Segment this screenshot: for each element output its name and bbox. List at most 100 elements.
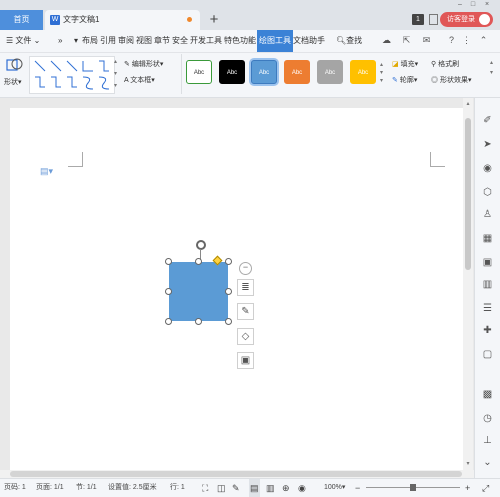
- reading-mode-icon[interactable]: ◉: [298, 479, 306, 497]
- text-box-button[interactable]: A 文本框▾: [124, 75, 155, 85]
- menu-item-developer[interactable]: 开发工具: [190, 30, 222, 52]
- text-wrap-icon[interactable]: ≣: [237, 279, 254, 296]
- menu-item-security[interactable]: 安全: [172, 30, 188, 52]
- pen-mode-icon[interactable]: ✎: [232, 479, 240, 497]
- outline-pen-icon[interactable]: ✎: [237, 303, 254, 320]
- zoom-level[interactable]: 100%▾: [324, 479, 345, 497]
- resize-handle-sw[interactable]: [165, 318, 172, 325]
- help-button[interactable]: ?: [446, 35, 457, 46]
- table-icon[interactable]: ▦: [481, 232, 494, 245]
- menu-item-review[interactable]: 审阅: [118, 30, 134, 52]
- menu-item-layout[interactable]: 布局: [82, 30, 98, 52]
- cloud-sync-icon[interactable]: ☁: [381, 35, 392, 46]
- location-icon[interactable]: ◉: [481, 162, 494, 175]
- resize-handle-s[interactable]: [195, 318, 202, 325]
- horizontal-scrollbar[interactable]: [0, 470, 474, 478]
- status-pages[interactable]: 页面: 1/1: [36, 479, 64, 497]
- zoom-out-button[interactable]: −: [355, 479, 360, 497]
- stamp-icon[interactable]: ♙: [481, 208, 494, 221]
- zoom-slider-thumb[interactable]: [410, 484, 416, 491]
- select-cursor-icon[interactable]: ➤: [481, 138, 494, 151]
- minimize-button[interactable]: –: [455, 0, 465, 10]
- shapes-icon[interactable]: ⬡: [481, 186, 494, 199]
- resize-handle-nw[interactable]: [165, 258, 172, 265]
- chart-icon[interactable]: ▥: [481, 278, 494, 291]
- shape-effects-button[interactable]: ◎ 形状效果▾: [431, 75, 471, 85]
- pin-icon[interactable]: ⊥: [481, 434, 494, 447]
- scroll-up-icon[interactable]: ▴: [464, 100, 472, 107]
- vertical-scrollbar[interactable]: ▴ ▾: [463, 98, 473, 470]
- protect-icon[interactable]: ◫: [217, 479, 226, 497]
- restore-button[interactable]: □: [468, 0, 478, 10]
- selected-rectangle-shape[interactable]: [169, 262, 228, 321]
- window-layout-icon[interactable]: [429, 14, 438, 25]
- zoom-in-button[interactable]: +: [465, 479, 470, 497]
- image-gallery-icon[interactable]: ▩: [481, 388, 494, 401]
- status-section[interactable]: 节: 1/1: [76, 479, 97, 497]
- adjust-sliders-icon[interactable]: ☰: [481, 302, 494, 315]
- style-preset-blue[interactable]: Abc: [251, 60, 277, 84]
- menu-undo-icon[interactable]: ▾: [74, 30, 78, 52]
- resize-handle-n[interactable]: [195, 258, 202, 265]
- menu-item-doc-assistant[interactable]: 文档助手: [293, 30, 325, 52]
- expand-panel-icon[interactable]: ⌄: [481, 456, 494, 469]
- style-preset-gold[interactable]: Abc: [350, 60, 376, 84]
- menu-item-features[interactable]: 特色功能: [224, 30, 256, 52]
- fullscreen-icon[interactable]: ⛶: [202, 479, 208, 497]
- shape-label[interactable]: 形状▾: [4, 77, 22, 87]
- new-tab-button[interactable]: +: [207, 10, 221, 30]
- status-page-number[interactable]: 页码: 1: [4, 479, 26, 497]
- clock-icon[interactable]: ◷: [481, 412, 494, 425]
- share-icon[interactable]: ⇱: [401, 35, 412, 46]
- style-preset-orange[interactable]: Abc: [284, 60, 310, 84]
- collapse-ribbon-icon[interactable]: ⌃: [478, 35, 489, 46]
- format-painter-button[interactable]: ⚲ 格式刷: [431, 59, 459, 69]
- gallery-scroll[interactable]: ▴ ▾ ▾: [114, 56, 120, 92]
- menu-item-references[interactable]: 引用: [100, 30, 116, 52]
- guest-login-button[interactable]: 访客登录: [440, 12, 493, 27]
- paragraph-options-icon[interactable]: ▤▾: [40, 166, 53, 177]
- scroll-down-icon[interactable]: ▾: [464, 460, 472, 467]
- horizontal-scrollbar-thumb[interactable]: [10, 471, 462, 477]
- scrollbar-thumb[interactable]: [465, 118, 471, 270]
- border-style-icon[interactable]: ▣: [237, 352, 254, 369]
- resize-handle-se[interactable]: [225, 318, 232, 325]
- style-preset-gray[interactable]: Abc: [317, 60, 343, 84]
- style-gallery-more[interactable]: ▴ ▾ ▾: [380, 61, 386, 85]
- resize-handle-e[interactable]: [225, 288, 232, 295]
- tab-document[interactable]: W 文字文稿1: [45, 10, 200, 30]
- style-preset-black[interactable]: Abc: [219, 60, 245, 84]
- close-button[interactable]: ×: [482, 0, 492, 10]
- menu-file[interactable]: ☰ 文件 ⌄: [6, 30, 40, 52]
- fit-page-icon[interactable]: ⤢: [482, 479, 489, 497]
- outline-button[interactable]: ✎ 轮廓▾: [392, 75, 417, 85]
- web-view-icon[interactable]: ⊕: [282, 479, 290, 497]
- line-gallery[interactable]: [29, 56, 115, 94]
- ribbon-scroll[interactable]: ▴ ▾: [490, 58, 496, 78]
- tab-home[interactable]: 首页: [0, 10, 43, 30]
- fill-color-icon[interactable]: ◇: [237, 328, 254, 345]
- more-options-icon[interactable]: ⋮: [461, 35, 472, 46]
- pen-edit-icon[interactable]: ✐: [481, 114, 494, 127]
- menu-search[interactable]: 🔍︎查找: [336, 30, 362, 52]
- frame-icon[interactable]: ▢: [481, 348, 494, 361]
- picture-icon[interactable]: ▣: [481, 256, 494, 269]
- outline-view-icon[interactable]: ▥: [266, 479, 275, 497]
- shape-icon[interactable]: [5, 56, 23, 74]
- menu-item-view[interactable]: 视图: [136, 30, 152, 52]
- resize-handle-ne[interactable]: [225, 258, 232, 265]
- menu-item-section[interactable]: 章节: [154, 30, 170, 52]
- collapse-float-toolbar-icon[interactable]: −: [239, 262, 252, 275]
- gift-icon[interactable]: ✚: [481, 324, 494, 337]
- resize-handle-w[interactable]: [165, 288, 172, 295]
- status-row[interactable]: 行: 1: [170, 479, 185, 497]
- style-preset-outline-green[interactable]: Abc: [186, 60, 212, 84]
- edit-shape-button[interactable]: ✎ 编辑形状▾: [124, 59, 163, 69]
- rotate-handle-icon[interactable]: [196, 240, 206, 250]
- window-count-badge[interactable]: 1: [412, 14, 424, 25]
- page-view-icon[interactable]: ▤: [249, 479, 260, 497]
- fill-button[interactable]: ◪ 填充▾: [392, 59, 418, 69]
- menu-item-drawing-tools[interactable]: 绘图工具: [257, 30, 293, 52]
- menu-more-button[interactable]: »: [58, 30, 62, 52]
- status-setting[interactable]: 设置值: 2.5厘米: [108, 479, 157, 497]
